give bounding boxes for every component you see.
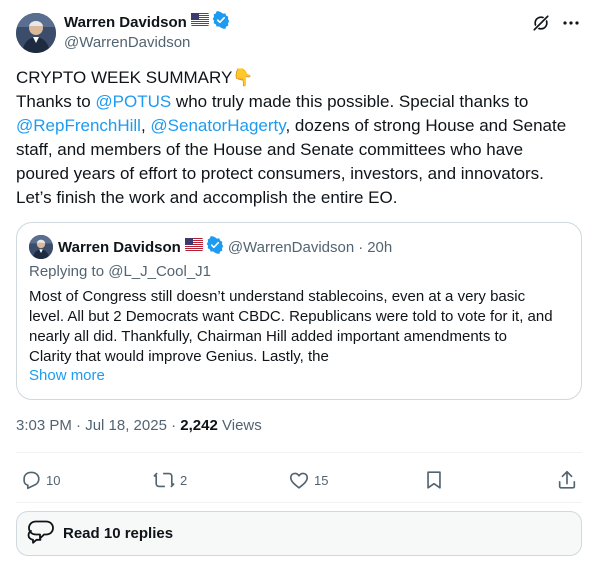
quoted-text-line: level. All but 2 Democrats want CBDC. Re…: [29, 308, 553, 325]
more-options-icon[interactable]: [560, 12, 582, 34]
quoted-author-avatar[interactable]: [29, 235, 53, 259]
body-text-segment: , dozens of strong House and Senate: [285, 116, 567, 135]
us-flag-icon: [190, 13, 209, 31]
quoted-post-card[interactable]: Warren Davidson @WarrenDavidson · 20h Re…: [16, 222, 582, 400]
repost-icon: [152, 469, 176, 491]
separator-dot: ·: [358, 238, 364, 256]
reply-count: 10: [46, 472, 61, 488]
us-flag-icon: [184, 238, 203, 256]
quoted-text-line: nearly all did. Thankfully, Chairman Hil…: [29, 328, 508, 345]
body-text-segment: poured years of effort to protect consum…: [16, 164, 544, 183]
mention-link[interactable]: @RepFrenchHill: [16, 116, 141, 135]
reply-button[interactable]: 10: [20, 466, 60, 494]
replying-to-label: Replying to @L_J_Cool_J1: [29, 263, 211, 280]
verified-badge-icon[interactable]: [212, 10, 230, 34]
quoted-post-text: Most of Congress still doesn’t understan…: [29, 287, 574, 367]
read-replies-label: Read 10 replies: [63, 525, 174, 542]
mention-link[interactable]: @POTUS: [95, 92, 171, 111]
bookmark-button[interactable]: [423, 466, 445, 494]
post-body-line: Thanks to @POTUS who truly made this pos…: [16, 90, 582, 114]
divider: [16, 502, 582, 503]
post-meta: 3:03 PM · Jul 18, 2025 · 2,242 Views: [16, 416, 262, 436]
post-body-text: CRYPTO WEEK SUMMARY👇 Thanks to @POTUS who…: [16, 66, 582, 210]
post-body-line: poured years of effort to protect consum…: [16, 162, 582, 186]
bookmark-icon: [423, 469, 445, 491]
replies-bubble-icon: [27, 518, 55, 549]
views-count: 2,242: [180, 417, 218, 434]
post-body-line: @RepFrenchHill, @SenatorHagerty, dozens …: [16, 114, 582, 138]
author-display-name[interactable]: Warren Davidson: [64, 14, 187, 31]
like-count: 15: [314, 472, 329, 488]
body-text-segment: CRYPTO WEEK SUMMARY👇: [16, 68, 254, 87]
quoted-author-display-name[interactable]: Warren Davidson: [58, 239, 181, 256]
post-body-line: CRYPTO WEEK SUMMARY👇: [16, 66, 582, 90]
verified-badge-icon: [206, 235, 224, 259]
repost-button[interactable]: 2: [152, 466, 187, 494]
body-text-segment: Thanks to: [16, 92, 96, 111]
repost-count: 2: [180, 472, 188, 488]
heart-icon: [288, 469, 310, 491]
body-text-segment: staff, and members of the House and Sena…: [16, 140, 524, 159]
post-header: Warren Davidson @WarrenDavidson: [16, 10, 582, 54]
like-button[interactable]: 15: [288, 466, 328, 494]
quoted-author-handle: @WarrenDavidson: [227, 238, 355, 256]
body-text-segment: Let’s finish the work and accomplish the…: [16, 188, 398, 207]
post-timestamp[interactable]: 3:03 PM · Jul 18, 2025: [16, 417, 167, 434]
body-text-segment: who truly made this possible. Special th…: [171, 92, 529, 111]
author-avatar[interactable]: [16, 13, 56, 53]
divider: [16, 452, 582, 453]
post-body-line: staff, and members of the House and Sena…: [16, 138, 582, 162]
author-handle[interactable]: @WarrenDavidson: [64, 33, 230, 53]
grok-icon[interactable]: [530, 12, 552, 34]
mention-link[interactable]: @SenatorHagerty: [150, 116, 285, 135]
quoted-text-line: Most of Congress still doesn’t understan…: [29, 288, 526, 305]
post-body-line: Let’s finish the work and accomplish the…: [16, 186, 582, 210]
share-button[interactable]: [556, 466, 578, 494]
reply-icon: [20, 469, 42, 491]
read-replies-button[interactable]: Read 10 replies: [16, 511, 582, 556]
show-more-link[interactable]: Show more: [29, 367, 105, 384]
action-bar: 10 2 15: [16, 466, 582, 494]
body-text-segment: ,: [140, 116, 151, 135]
quoted-post-time[interactable]: 20h: [367, 239, 392, 256]
meta-separator: ·: [171, 417, 181, 434]
views-label: Views: [222, 417, 262, 434]
quoted-text-line: Clarity that would improve Genius. Lastl…: [29, 348, 329, 365]
share-icon: [556, 469, 578, 491]
